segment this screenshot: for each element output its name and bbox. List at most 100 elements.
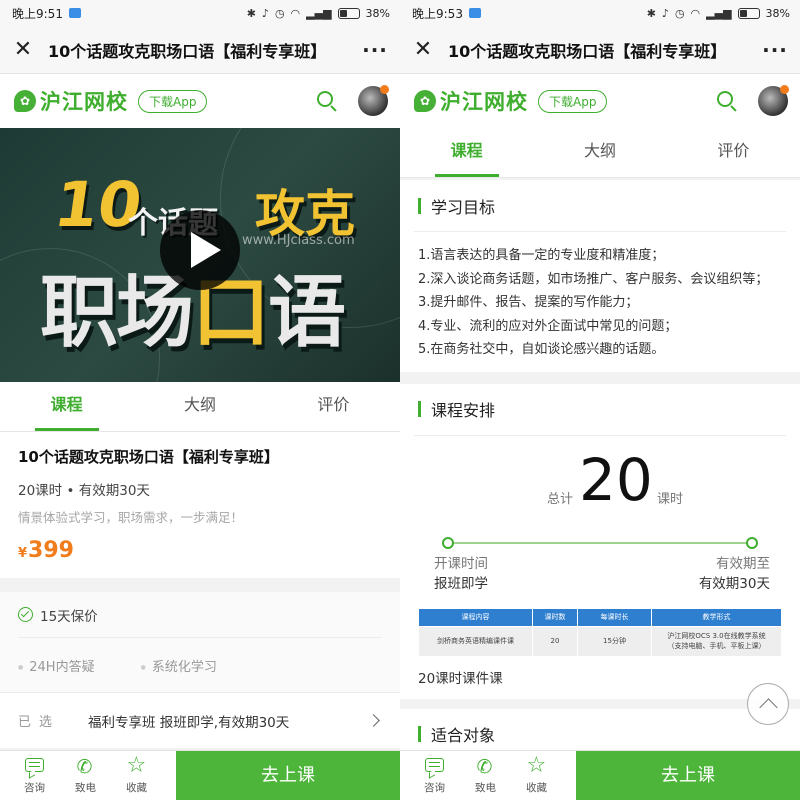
course-tabs: 课程 大纲 评价 <box>400 128 800 178</box>
section-marker <box>418 401 421 418</box>
chevron-right-icon <box>367 714 380 727</box>
scroll-to-top-button[interactable] <box>747 683 789 725</box>
page-title: 10个话题攻克职场口语【福利专享班】 <box>48 41 327 61</box>
tab-reviews[interactable]: 评价 <box>667 128 800 177</box>
download-app-button[interactable]: 下载App <box>138 89 208 113</box>
consult-button[interactable]: 咨询 <box>9 751 60 800</box>
more-icon[interactable]: ··· <box>762 38 788 62</box>
tab-course[interactable]: 课程 <box>400 128 533 177</box>
page-title: 10个话题攻克职场口语【福利专享班】 <box>448 41 727 61</box>
more-icon[interactable]: ··· <box>362 38 388 62</box>
table-header: 课时数 <box>532 607 578 627</box>
selected-value: 福利专享班 报班即学,有效期30天 <box>88 714 290 731</box>
favorite-button[interactable]: ☆ 收藏 <box>511 751 562 800</box>
site-logo[interactable]: ✿ 沪江网校 <box>414 86 528 116</box>
service-qa: 24H内答疑 <box>18 656 94 675</box>
go-to-class-button[interactable]: 去上课 <box>576 751 800 800</box>
course-title: 10个话题攻克职场口语【福利专享班】 <box>18 448 279 466</box>
phone-icon: ✆ <box>76 756 93 778</box>
course-video-banner[interactable]: 10 个话题 攻克 www.HJclass.com 职场口语 <box>0 128 400 382</box>
banner-watermark: www.HJclass.com <box>242 233 355 248</box>
section-title: 课程安排 <box>431 401 496 421</box>
course-subtitle: 情景体验式学习，职场需求，一步满足！ <box>18 510 244 525</box>
play-button[interactable] <box>160 210 240 290</box>
tab-outline[interactable]: 大纲 <box>133 382 266 431</box>
consult-button[interactable]: 咨询 <box>409 751 460 800</box>
chat-icon <box>424 758 444 772</box>
battery-level: 38% <box>765 6 790 20</box>
tab-reviews[interactable]: 评价 <box>267 382 400 431</box>
goal-item: 3.提升邮件、报告、提案的写作能力； <box>418 295 639 311</box>
favorite-button[interactable]: ☆ 收藏 <box>111 751 162 800</box>
selected-label: 已选 <box>18 715 61 730</box>
valid-until: 有效期至 有效期30天 <box>698 555 770 592</box>
download-app-button[interactable]: 下载App <box>538 89 608 113</box>
leaf-icon: ✿ <box>14 90 36 112</box>
notification-dot <box>780 85 789 94</box>
left-screen: 晚上9:51 ✱ ♪ ◷ ◠ ▂▄▆ 38% ✕ 10个话题攻克职场口语【福利专… <box>0 0 400 800</box>
bottom-action-bar: 咨询 ✆ 致电 ☆ 收藏 去上课 <box>0 750 400 800</box>
section-marker <box>418 197 421 214</box>
play-icon <box>191 232 221 268</box>
close-icon[interactable]: ✕ <box>412 38 434 61</box>
signal-icon: ▂▄▆ <box>306 6 332 20</box>
leaf-icon: ✿ <box>414 90 436 112</box>
price-protect[interactable]: 15天保价 <box>18 592 382 638</box>
battery-icon <box>337 7 360 19</box>
service-system: 系统化学习 <box>141 656 217 675</box>
gallery-icon <box>68 8 81 18</box>
go-to-class-button[interactable]: 去上课 <box>176 751 400 800</box>
title-bar: ✕ 10个话题攻克职场口语【福利专享班】 ··· <box>0 26 400 74</box>
signal-icon: ▂▄▆ <box>706 6 732 20</box>
course-price: ¥399 <box>18 538 74 563</box>
goal-item: 1.语言表达的具备一定的专业度和精准度； <box>418 248 665 263</box>
chat-icon <box>24 758 44 772</box>
section-title: 适合对象 <box>431 726 496 746</box>
selected-class-row[interactable]: 已选 福利专享班 报班即学,有效期30天 <box>0 692 400 748</box>
section-marker <box>418 726 421 743</box>
star-icon: ☆ <box>526 753 547 778</box>
close-icon[interactable]: ✕ <box>12 38 34 61</box>
search-icon[interactable] <box>716 90 738 112</box>
right-screen: 晚上9:53 ✱ ♪ ◷ ◠ ▂▄▆ 38% ✕ 10个话题攻克职场口语【福利专… <box>400 0 800 800</box>
call-button[interactable]: ✆ 致电 <box>460 751 511 800</box>
site-logo[interactable]: ✿ 沪江网校 <box>14 86 128 116</box>
wifi-icon: ◠ <box>290 6 301 20</box>
logo-text: 沪江网校 <box>440 90 528 114</box>
goal-item: 4.专业、流利的应对外企面试中常见的问题； <box>418 318 678 334</box>
search-icon[interactable] <box>316 90 338 112</box>
goal-item: 5.在商务社交中，自如谈论感兴趣的话题。 <box>418 342 665 358</box>
star-icon: ☆ <box>126 753 147 778</box>
avatar[interactable] <box>358 85 389 116</box>
battery-icon <box>737 7 760 19</box>
battery-level: 38% <box>365 6 390 20</box>
alarm-icon: ◷ <box>274 6 285 20</box>
logo-text: 沪江网校 <box>40 90 128 114</box>
timeline-start-dot <box>442 536 454 549</box>
lessons-unit: 课时 <box>657 491 684 507</box>
course-tabs: 课程 大纲 评价 <box>0 382 400 432</box>
section-title: 学习目标 <box>431 197 496 217</box>
start-time: 开课时间 报班即学 <box>434 555 488 592</box>
bluetooth-icon: ✱ <box>246 6 256 20</box>
mute-icon: ♪ <box>261 6 269 20</box>
call-button[interactable]: ✆ 致电 <box>60 751 111 800</box>
status-bar: 晚上9:53 ✱ ♪ ◷ ◠ ▂▄▆ 38% <box>400 0 800 26</box>
table-header: 每课时长 <box>577 607 652 627</box>
site-header: ✿ 沪江网校 下载App <box>400 74 800 128</box>
title-bar: ✕ 10个话题攻克职场口语【福利专享班】 ··· <box>400 26 800 74</box>
phone-icon: ✆ <box>476 756 493 778</box>
check-circle-icon <box>18 607 33 622</box>
total-lessons: 20 <box>579 445 653 514</box>
tab-course[interactable]: 课程 <box>0 382 133 431</box>
goal-item: 2.深入谈论商务话题，如市场推广、客户服务、会议组织等； <box>418 271 769 287</box>
tab-outline[interactable]: 大纲 <box>533 128 666 177</box>
bluetooth-icon: ✱ <box>646 6 656 20</box>
site-header: ✿ 沪江网校 下载App <box>0 74 400 128</box>
status-time: 晚上9:53 <box>412 6 463 21</box>
alarm-icon: ◷ <box>674 6 685 20</box>
table-row: 剑桥商务英语精编课件课 20 15分钟 沪江网校OCS 3.0在线教学系统 （支持… <box>418 625 782 657</box>
avatar[interactable] <box>758 85 789 116</box>
timeline-end-dot <box>746 536 758 549</box>
schedule-section: 课程安排 总计 20 课时 开课时间 报班即学 有效期至 有效期30天 课程内容… <box>400 383 800 699</box>
